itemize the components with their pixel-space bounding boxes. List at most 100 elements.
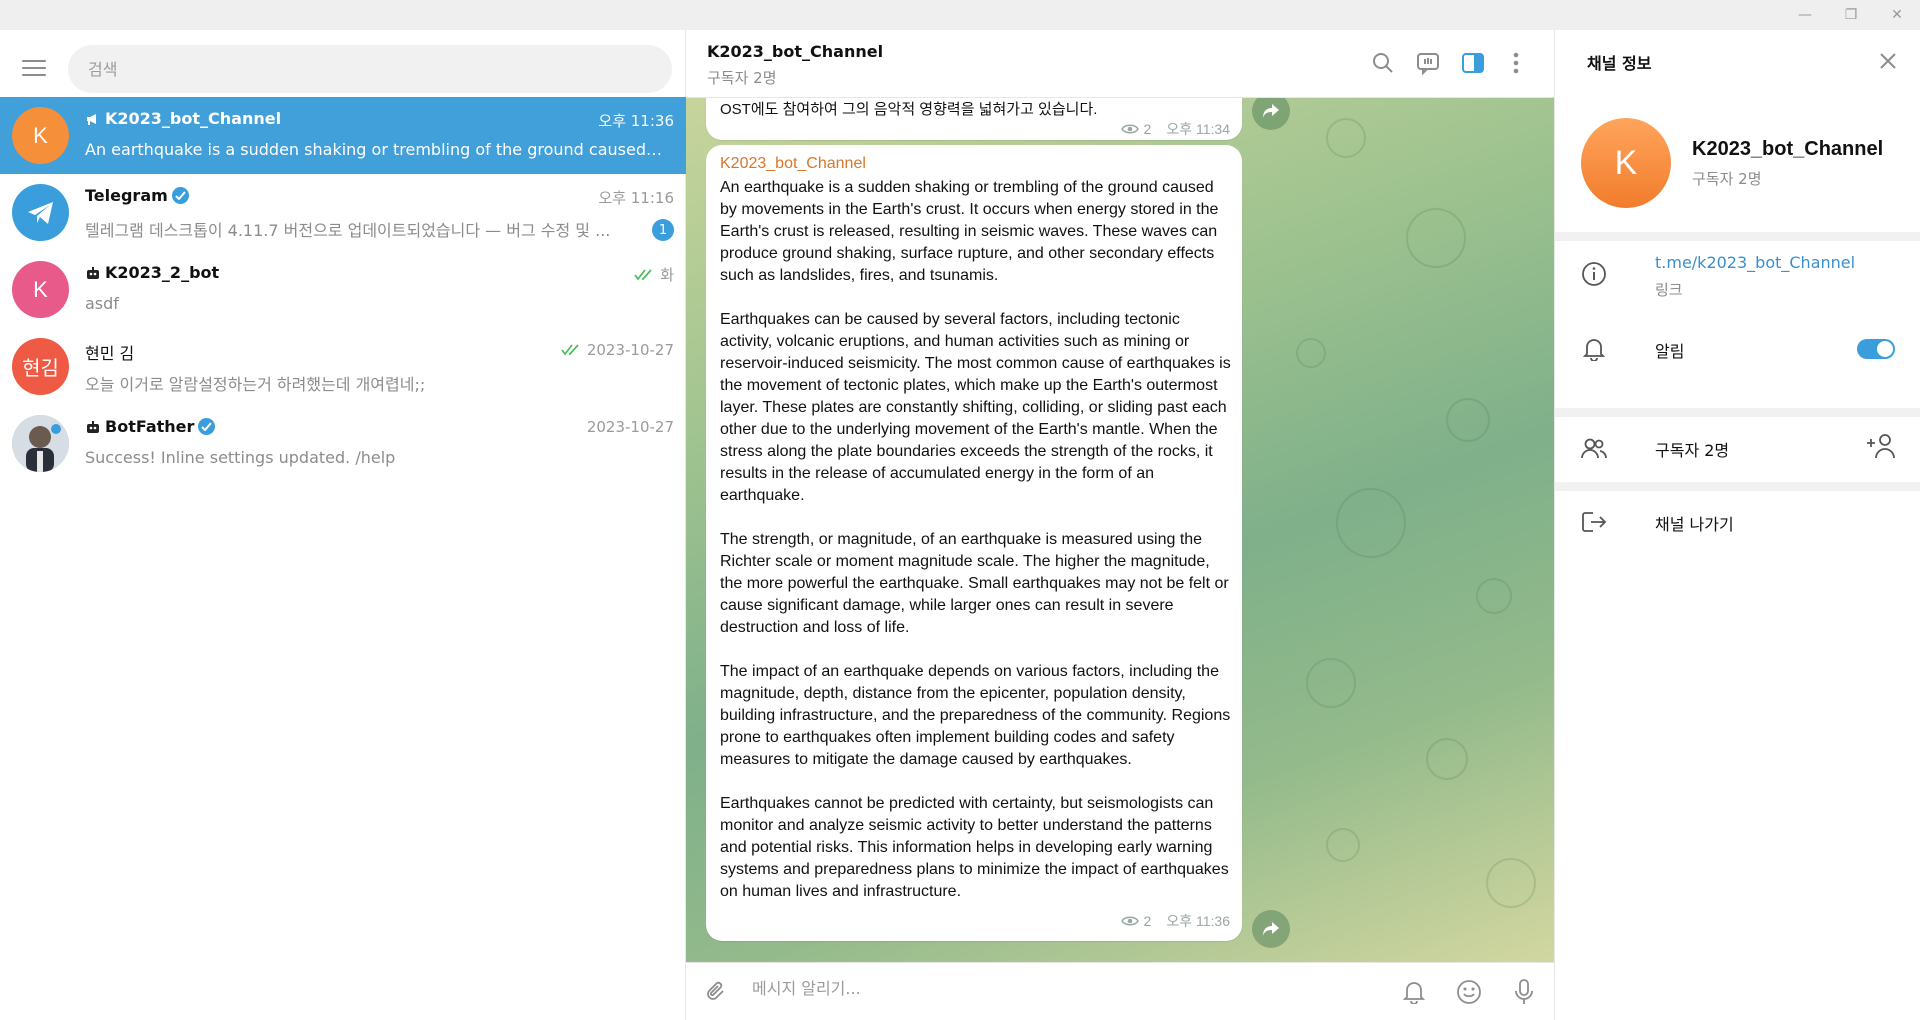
chat-name-text: Telegram (85, 186, 168, 205)
bell-icon (1579, 334, 1609, 364)
microphone-icon (1515, 979, 1533, 1004)
link-row[interactable]: t.me/k2023_bot_Channel 링크 (1555, 241, 1920, 317)
channel-name: K2023_bot_Channel (1692, 138, 1884, 160)
message-meta: 2 오후 11:34 (1120, 119, 1230, 139)
silent-broadcast-button[interactable] (1398, 976, 1430, 1008)
background-doodle (1406, 208, 1466, 268)
info-panel-header: 채널 정보 (1555, 30, 1920, 92)
avatar: K (12, 261, 69, 318)
chat-preview: An earthquake is a sudden shaking or tre… (85, 140, 665, 159)
subscribers-row[interactable]: 구독자 2명 (1555, 417, 1920, 479)
close-info-panel-button[interactable] (1873, 46, 1903, 76)
sidebar-panel-icon (1462, 53, 1484, 73)
channel-avatar[interactable]: K (1581, 118, 1671, 208)
views-eye-icon (1120, 124, 1139, 134)
chat-time: 오후 11:16 (598, 189, 674, 207)
message-bubble-previous[interactable]: OST에도 참여하여 그의 음악적 영향력을 넓혀가고 있습니다. 2 오후 1… (706, 98, 1242, 140)
chat-item-botfather[interactable]: BotFather 2023-10-27 Success! Inline set… (0, 405, 686, 482)
hamburger-menu-button[interactable] (18, 52, 50, 84)
smiley-icon (1457, 980, 1481, 1004)
attach-button[interactable] (700, 976, 732, 1008)
bot-icon (87, 266, 99, 279)
channel-link[interactable]: t.me/k2023_bot_Channel (1655, 253, 1855, 272)
message-bubble-earthquake[interactable]: K2023_bot_Channel An earthquake is a sud… (706, 145, 1242, 941)
avatar (12, 415, 69, 472)
message-paragraph: The strength, or magnitude, of an earthq… (720, 531, 1229, 636)
chat-title: K2023_bot_Channel (707, 42, 884, 61)
restore-button[interactable]: ❐ (1828, 0, 1874, 30)
search-input[interactable] (88, 59, 648, 79)
minimize-button[interactable]: — (1782, 0, 1828, 30)
channel-link-label: 링크 (1655, 281, 1683, 299)
add-subscriber-button[interactable] (1865, 431, 1897, 461)
chat-item-telegram[interactable]: Telegram 오후 11:16 텔레그램 데스크톱이 4.11.7 버전으로… (0, 174, 686, 251)
message-input[interactable] (752, 979, 1352, 998)
hamburger-icon-line (22, 74, 46, 76)
background-doodle (1446, 398, 1490, 442)
forward-button[interactable] (1252, 910, 1290, 948)
telegram-plane-icon (27, 201, 53, 224)
hamburger-icon-line (22, 67, 46, 69)
chat-preview: 텔레그램 데스크톱이 4.11.7 버전으로 업데이트되었습니다 — 버그 수정… (85, 221, 611, 240)
discussion-button[interactable] (1413, 48, 1443, 78)
views-eye-icon (1120, 916, 1139, 926)
botfather-avatar-image (12, 415, 69, 472)
leave-channel-label: 채널 나가기 (1655, 515, 1734, 534)
notifications-toggle[interactable] (1857, 339, 1895, 359)
chat-name: K2023_2_bot (85, 263, 219, 282)
message-time: 오후 11:34 (1166, 121, 1230, 137)
avatar-letter: 현김 (22, 356, 59, 380)
chat-name-text: K2023_2_bot (105, 263, 220, 282)
users-icon (1579, 433, 1609, 463)
views-count: 2 (1143, 913, 1152, 929)
background-doodle (1426, 738, 1468, 780)
chat-subtitle: 구독자 2명 (707, 69, 777, 87)
comments-icon (1417, 53, 1439, 75)
forward-button[interactable] (1252, 98, 1290, 130)
message-paragraph: The impact of an earthquake depends on v… (720, 663, 1231, 768)
chat-time: 2023-10-27 (586, 418, 674, 436)
notifications-row[interactable]: 알림 (1555, 320, 1920, 382)
message-composer (686, 962, 1554, 1020)
voice-message-button[interactable] (1508, 976, 1540, 1008)
background-doodle (1326, 828, 1360, 862)
forward-arrow-icon (1263, 104, 1279, 118)
background-doodle (1486, 858, 1536, 908)
chat-panel: K2023_bot_Channel 구독자 2명 OST에도 참여하여 그의 음… (686, 30, 1554, 1020)
avatar-letter: K (33, 122, 48, 148)
notifications-label: 알림 (1655, 342, 1685, 361)
more-menu-button[interactable] (1501, 48, 1531, 78)
chat-background[interactable]: OST에도 참여하여 그의 음악적 영향력을 넓혀가고 있습니다. 2 오후 1… (686, 98, 1554, 962)
chat-item-hyunmin-kim[interactable]: 현김 현민 김 2023-10-27 오늘 이거로 알람설정하는거 하려했는데 … (0, 328, 686, 405)
chat-time: 2023-10-27 (561, 341, 674, 359)
close-window-button[interactable]: ✕ (1874, 0, 1920, 30)
chat-preview: Success! Inline settings updated. /help (85, 448, 396, 467)
search-box[interactable] (68, 45, 672, 93)
hamburger-icon-line (22, 60, 46, 62)
chat-list-panel: K K2023_bot_Channel 오후 11:36 An earthqua… (0, 30, 686, 1020)
chat-item-k2023-2-bot[interactable]: K K2023_2_bot 화 asdf (0, 251, 686, 328)
background-doodle (1306, 658, 1356, 708)
bell-icon (1403, 982, 1425, 1004)
avatar-letter: K (33, 276, 48, 302)
divider (1555, 482, 1920, 491)
emoji-button[interactable] (1453, 976, 1485, 1008)
avatar (12, 184, 69, 241)
chat-time-text: 화 (660, 266, 674, 284)
background-doodle (1296, 338, 1326, 368)
window-titlebar: — ❐ ✕ (0, 0, 1920, 30)
paperclip-icon (707, 981, 724, 1000)
message-sender: K2023_bot_Channel (720, 155, 866, 172)
toggle-info-panel-button[interactable] (1458, 48, 1488, 78)
chat-name: 현민 김 (85, 340, 134, 364)
bot-icon (87, 420, 99, 433)
chat-header[interactable]: K2023_bot_Channel 구독자 2명 (686, 30, 1554, 98)
minimize-icon: — (1798, 7, 1812, 23)
chat-item-k2023-bot-channel[interactable]: K K2023_bot_Channel 오후 11:36 An earthqua… (0, 97, 686, 174)
add-user-icon (1867, 434, 1895, 459)
chat-name-text: BotFather (105, 417, 195, 436)
divider (1555, 232, 1920, 241)
search-button[interactable] (1368, 48, 1398, 78)
leave-channel-row[interactable]: 채널 나가기 (1555, 491, 1920, 553)
chat-name-text: K2023_bot_Channel (105, 109, 282, 128)
